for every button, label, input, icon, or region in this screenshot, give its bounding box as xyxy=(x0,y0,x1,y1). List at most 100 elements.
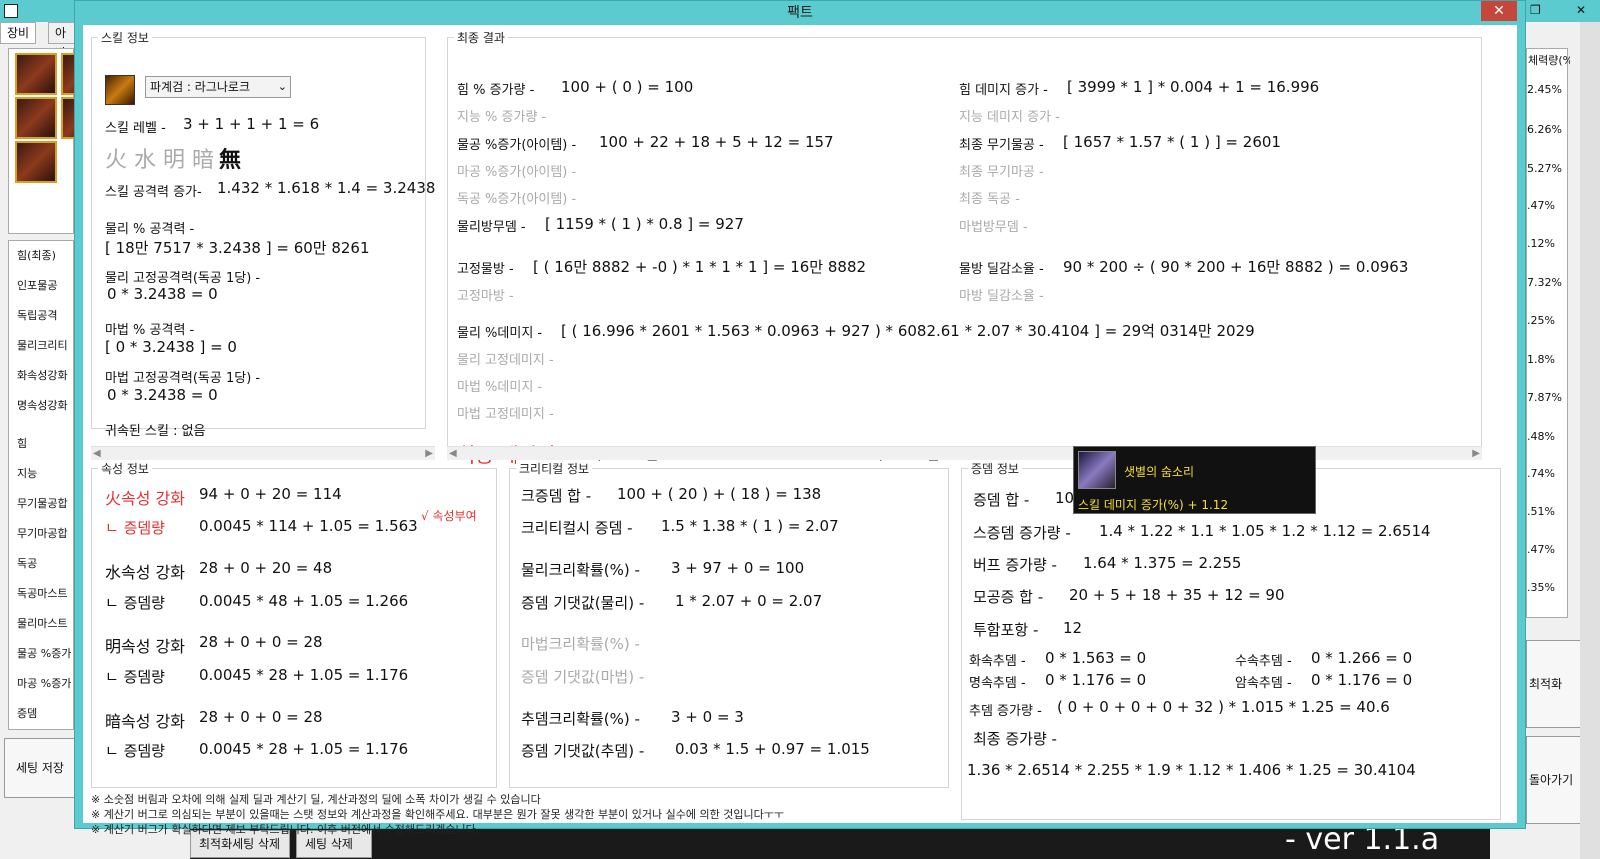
dark-add-label: 암속추뎀 - xyxy=(1235,676,1292,691)
percent-list: 2.45% 6.26% 5.27% .47% .12% 7.32% .25% 1… xyxy=(1526,48,1568,618)
boost-sum-label: 증뎀 합 - xyxy=(973,491,1030,509)
stat-item[interactable]: 독공 xyxy=(17,555,37,571)
skill-info-title: 스킬 정보 xyxy=(98,29,152,46)
save-setting-button[interactable]: 세팅 저장 xyxy=(4,738,76,798)
buff-boost-value: 1.64 * 1.375 = 2.255 xyxy=(1083,554,1242,572)
final-inc-label: 최종 증가량 - xyxy=(973,730,1057,748)
mag-expected-label: 증뎀 기댓값(마법) - xyxy=(521,668,645,686)
bound-skill-label: 귀속된 스킬 : 없음 xyxy=(105,424,206,439)
equipment-item-icon[interactable] xyxy=(15,53,57,95)
skill-select[interactable]: 파계검 : 라그나로크 ⌄ xyxy=(145,76,291,98)
mag-pct-atk-label: 마법 % 공격력 - xyxy=(105,323,195,338)
mdef-ignore-label: 마법방무뎀 - xyxy=(959,220,1028,235)
close-button[interactable]: ✕ xyxy=(1481,1,1517,21)
stat-item[interactable]: 증뎀 xyxy=(17,705,37,721)
phys-pct-atk-label: 물리 % 공격력 - xyxy=(105,222,195,237)
phys-pct-dmg-label: 물리 %데미지 - xyxy=(457,326,543,341)
percent-value: .12% xyxy=(1527,237,1555,250)
fire-add-label: 화속추뎀 - xyxy=(969,654,1026,669)
background-scrollbar[interactable] xyxy=(1580,22,1600,859)
stat-item[interactable]: 명속성강화 xyxy=(17,397,68,413)
skill-level-value: 3 + 1 + 1 + 1 = 6 xyxy=(183,115,320,133)
fixed-phys-def-value: [ ( 16만 8882 + -0 ) * 1 * 1 * 1 ] = 16만 … xyxy=(533,258,867,276)
water-add-label: 수속추뎀 - xyxy=(1235,654,1292,669)
tooltip-item-desc: 스킬 데미지 증가(%) + 1.12 xyxy=(1078,498,1229,512)
stat-item[interactable]: 물공 %증가 xyxy=(17,645,71,661)
fact-window: 팩트 ✕ 스킬 정보 파계검 : 라그나로크 ⌄ 스킬 레벨 - 3 + 1 +… xyxy=(74,0,1526,836)
skill-icon xyxy=(105,75,135,105)
stat-item[interactable]: 마공 %증가 xyxy=(17,675,71,691)
stat-item[interactable]: 힘(최종) xyxy=(17,247,56,263)
note-line: ※ 계산기 버그가 확실하다면 제보 부탁드립니다. 이후 버전에서 수정해드리… xyxy=(91,823,480,836)
stat-item[interactable]: 물리마스트 xyxy=(17,615,68,631)
stat-item[interactable]: 무기마공합 xyxy=(17,525,68,541)
phys-pct-dmg-value: [ ( 16.996 * 2601 * 1.563 * 0.0963 + 927… xyxy=(561,322,1255,340)
fixed-mag-def-label: 고정마방 - xyxy=(457,289,514,304)
element-icon-neutral: 無 xyxy=(219,148,242,173)
stat-item[interactable]: 지능 xyxy=(17,465,37,481)
background-window-buttons[interactable]: ❐ ✕ xyxy=(1526,0,1600,22)
stat-item[interactable]: 독공마스트 xyxy=(17,585,68,601)
critical-info-title: 크리티컬 정보 xyxy=(516,460,593,477)
scroll-right-icon[interactable]: ▶ xyxy=(425,447,433,460)
int-pct-label: 지능 % 증가량 - xyxy=(457,110,547,125)
percent-value: .47% xyxy=(1527,199,1555,212)
scroll-left-icon[interactable]: ◀ xyxy=(449,447,457,460)
tab-equipment[interactable]: 장비 xyxy=(0,22,37,44)
restore-icon[interactable]: ❐ xyxy=(1530,3,1541,17)
percent-value: 2.45% xyxy=(1527,83,1562,96)
close-icon[interactable]: ✕ xyxy=(1576,3,1586,17)
pdef-ignore-value: [ 1159 * ( 1 ) * 0.8 ] = 927 xyxy=(545,215,744,233)
phys-expected-label: 증뎀 기댓값(물리) - xyxy=(521,594,645,612)
water-mult-label: ㄴ 증뎀량 xyxy=(105,594,165,612)
stat-item[interactable]: 물리크리티 xyxy=(17,337,68,353)
percent-value: 7.32% xyxy=(1527,276,1562,289)
percent-value: .51% xyxy=(1527,505,1555,518)
water-enhance-label: 水속성 강화 xyxy=(105,563,185,582)
dark-mult-value: 0.0045 * 28 + 1.05 = 1.176 xyxy=(199,740,409,758)
iatk-item-label: 독공 %증가(아이템) - xyxy=(457,192,577,207)
int-dmg-label: 지능 데미지 증가 - xyxy=(959,110,1060,125)
percent-value: .35% xyxy=(1527,581,1555,594)
final-result-scrollbar[interactable]: ◀ ▶ xyxy=(447,446,1482,460)
window-client-area: 스킬 정보 파계검 : 라그나로크 ⌄ 스킬 레벨 - 3 + 1 + 1 + … xyxy=(83,25,1517,836)
percent-value: .48% xyxy=(1527,430,1555,443)
skill-info-scrollbar[interactable]: ◀ ▶ xyxy=(91,446,435,460)
stat-item[interactable]: 화속성강화 xyxy=(17,367,68,383)
phys-fixed-atk-label: 물리 고정공격력(독공 1당) - xyxy=(105,271,261,286)
pdef-reduction-value: 90 * 200 ÷ ( 90 * 200 + 16만 8882 ) = 0.0… xyxy=(1063,258,1409,276)
stat-item[interactable]: 독립공격 xyxy=(17,307,57,323)
phys-expected-value: 1 * 2.07 + 0 = 2.07 xyxy=(675,592,823,610)
light-mult-label: ㄴ 증뎀량 xyxy=(105,668,165,686)
app-icon xyxy=(4,4,18,18)
boost-info-title: 증뎀 정보 xyxy=(968,460,1022,477)
stat-item[interactable]: 힘 xyxy=(17,435,27,451)
boost-sum-value: 10 xyxy=(1055,489,1075,507)
equipment-item-icon[interactable] xyxy=(15,97,57,139)
stat-list: 힘(최종) 인포물공 독립공격 물리크리티 화속성강화 명속성강화 힘 지능 무… xyxy=(8,240,74,730)
phys-fixed-atk-value: 0 * 3.2438 = 0 xyxy=(107,285,218,303)
light-add-label: 명속추뎀 - xyxy=(969,676,1026,691)
final-weapon-m-label: 최종 무기마공 - xyxy=(959,165,1044,180)
fire-enhance-value: 94 + 0 + 20 = 114 xyxy=(199,485,342,503)
crit-dmg-value: 1.5 * 1.38 * ( 1 ) = 2.07 xyxy=(661,517,839,535)
element-icons-inactive: 火 水 明 暗 xyxy=(105,148,214,173)
percent-value: 7.87% xyxy=(1527,391,1562,404)
background-tabs: 장비 아바 xyxy=(0,22,80,60)
str-dmg-value: [ 3999 * 1 ] * 0.004 + 1 = 16.996 xyxy=(1067,78,1320,96)
mdef-reduction-label: 마방 딜감소율 - xyxy=(959,289,1044,304)
str-dmg-label: 힘 데미지 증가 - xyxy=(959,83,1048,98)
phys-pct-atk-value: [ 18만 7517 * 3.2438 ] = 60만 8261 xyxy=(105,239,370,257)
scroll-left-icon[interactable]: ◀ xyxy=(93,447,101,460)
equipment-item-icon[interactable] xyxy=(15,141,57,183)
skill-level-label: 스킬 레벨 - xyxy=(105,121,166,136)
scroll-right-icon[interactable]: ▶ xyxy=(1472,447,1480,460)
stat-item[interactable]: 인포물공 xyxy=(17,277,57,293)
stat-item[interactable]: 무기물공합 xyxy=(17,495,68,511)
mag-crit-rate-label: 마법크리확률(%) - xyxy=(521,635,640,653)
all-atk-sum-value: 20 + 5 + 18 + 35 + 12 = 90 xyxy=(1069,586,1285,604)
str-pct-value: 100 + ( 0 ) = 100 xyxy=(561,78,694,96)
percent-value: .74% xyxy=(1527,467,1555,480)
final-result-group: 최종 결과 xyxy=(447,29,1482,447)
dark-enhance-label: 暗속성 강화 xyxy=(105,712,185,731)
